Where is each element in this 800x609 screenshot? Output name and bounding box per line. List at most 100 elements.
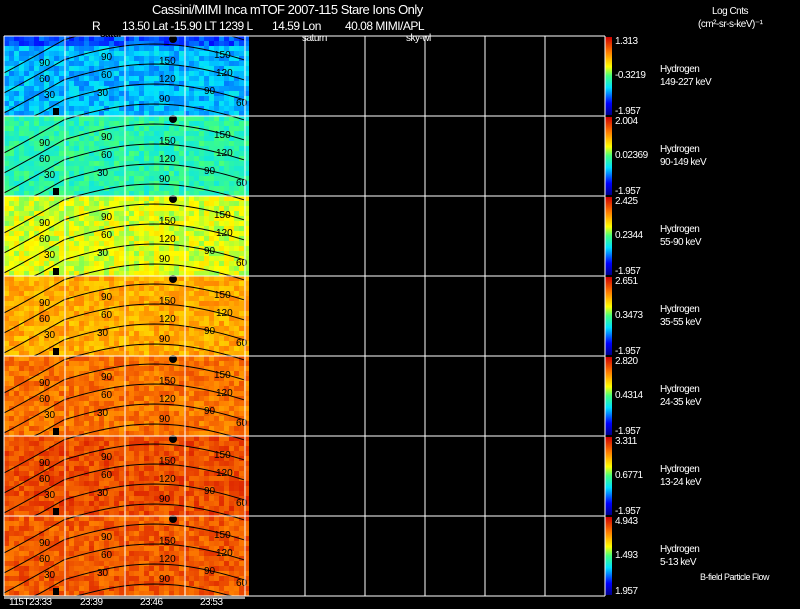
spacecraft-marker <box>53 508 59 515</box>
contour-label: 60 <box>236 578 248 589</box>
colorbar-cmid: 0.3473 <box>615 310 643 321</box>
spacecraft-marker <box>53 348 59 355</box>
contour-label: 90 <box>204 566 216 577</box>
panel-species: Hydrogen <box>660 304 700 315</box>
contour-label: 150 <box>214 450 231 461</box>
contour-label: 90 <box>204 166 216 177</box>
spacecraft-marker <box>53 188 59 195</box>
contour-label: 60 <box>236 98 248 109</box>
panel-3: 306090306090120150909012015060 <box>3 275 612 357</box>
contour-label: 150 <box>159 296 176 307</box>
contour-label: 30 <box>44 250 56 261</box>
contour-label: 90 <box>204 86 216 97</box>
contour-label: 60 <box>101 550 113 561</box>
contour-label: 30 <box>44 410 56 421</box>
contour-label: 90 <box>204 486 216 497</box>
contour-label: 30 <box>44 490 56 501</box>
contour-label: 90 <box>204 246 216 257</box>
colorbar <box>605 117 612 195</box>
contour-label: 30 <box>97 88 109 99</box>
panel-energy: 55-90 keV <box>660 237 702 248</box>
panel-species: Hydrogen <box>660 384 700 395</box>
contour-label: 150 <box>159 536 176 547</box>
contour-label: 90 <box>39 58 51 69</box>
colorbar-cmid: 0.2344 <box>615 230 643 241</box>
colorbar-cmax: 1.313 <box>615 36 638 47</box>
contour-label: 30 <box>97 248 109 259</box>
panel-species: Hydrogen <box>660 544 700 555</box>
panel-species: Hydrogen <box>660 224 700 235</box>
contour-label: 60 <box>39 154 51 165</box>
contour-label: 60 <box>39 314 51 325</box>
colorbar-cmid: 0.02369 <box>615 150 648 161</box>
colorbar <box>605 197 612 275</box>
spacecraft-marker <box>53 108 59 115</box>
contour-label: 120 <box>216 228 233 239</box>
contour-label: 120 <box>159 154 176 165</box>
contour-label: 90 <box>101 52 113 63</box>
contour-label: 30 <box>44 330 56 341</box>
contour-label: 90 <box>39 538 51 549</box>
panel-species: Hydrogen <box>660 464 700 475</box>
contour-label: 90 <box>159 414 171 425</box>
contour-label: 150 <box>214 50 231 61</box>
colorbar <box>605 357 612 435</box>
colorbar-cmax: 3.311 <box>615 436 637 447</box>
contour-label: 120 <box>216 68 233 79</box>
contour-label: 60 <box>39 554 51 565</box>
contour-label: 60 <box>236 498 248 509</box>
contour-label: 120 <box>216 468 233 479</box>
panel-species: Hydrogen <box>660 64 700 75</box>
contour-label: 60 <box>236 418 248 429</box>
contour-label: 60 <box>236 178 248 189</box>
panel-4: 306090306090120150909012015060 <box>3 355 612 437</box>
contour-label: 150 <box>214 370 231 381</box>
contour-label: 30 <box>44 90 56 101</box>
contour-label: 60 <box>101 310 113 321</box>
spacecraft-marker <box>53 428 59 435</box>
x-tick-2: 23:46 <box>140 597 163 608</box>
contour-label: 90 <box>159 334 171 345</box>
marker-sky: sky-wl <box>406 33 431 44</box>
contour-label: 90 <box>204 326 216 337</box>
colorbar-cmax: 2.820 <box>615 356 638 367</box>
contour-label: 90 <box>39 378 51 389</box>
contour-label: 60 <box>39 234 51 245</box>
contour-label: 90 <box>159 254 171 265</box>
panel-energy: 24-35 keV <box>660 397 702 408</box>
contour-label: 90 <box>159 174 171 185</box>
contour-label: 150 <box>159 56 176 67</box>
colorbar-cmin: 1.957 <box>615 586 638 597</box>
panel-energy: 13-24 keV <box>660 477 702 488</box>
colorbar-cmid: 0.6771 <box>615 470 643 481</box>
contour-label: 60 <box>101 150 113 161</box>
colorbar-cmid: -0.3219 <box>615 70 646 81</box>
contour-label: 120 <box>216 548 233 559</box>
contour-label: 90 <box>101 532 113 543</box>
contour-label: 120 <box>216 148 233 159</box>
colorbar <box>605 37 612 115</box>
marker-saturn: saturn <box>302 33 327 44</box>
contour-label: 30 <box>97 168 109 179</box>
contour-label: 120 <box>159 554 176 565</box>
contour-label: 60 <box>101 390 113 401</box>
contour-label: 90 <box>101 372 113 383</box>
colorbar-cmax: 2.651 <box>615 276 638 287</box>
contour-label: 120 <box>159 394 176 405</box>
contour-label: 90 <box>39 138 51 149</box>
contour-label: 90 <box>39 458 51 469</box>
contour-label: 90 <box>101 212 113 223</box>
panel-energy: 35-55 keV <box>660 317 702 328</box>
contour-label: 60 <box>39 474 51 485</box>
colorbar-cmax: 2.004 <box>615 116 638 127</box>
contour-label: 90 <box>39 218 51 229</box>
contour-label: 150 <box>159 456 176 467</box>
contour-label: 30 <box>97 568 109 579</box>
contour-label: 120 <box>159 474 176 485</box>
contour-label: 90 <box>101 452 113 463</box>
colorbar <box>605 277 612 355</box>
contour-label: 30 <box>97 408 109 419</box>
contour-label: 90 <box>159 574 171 585</box>
colorbar <box>605 517 612 595</box>
flow-label: B-field Particle Flow <box>700 572 770 582</box>
